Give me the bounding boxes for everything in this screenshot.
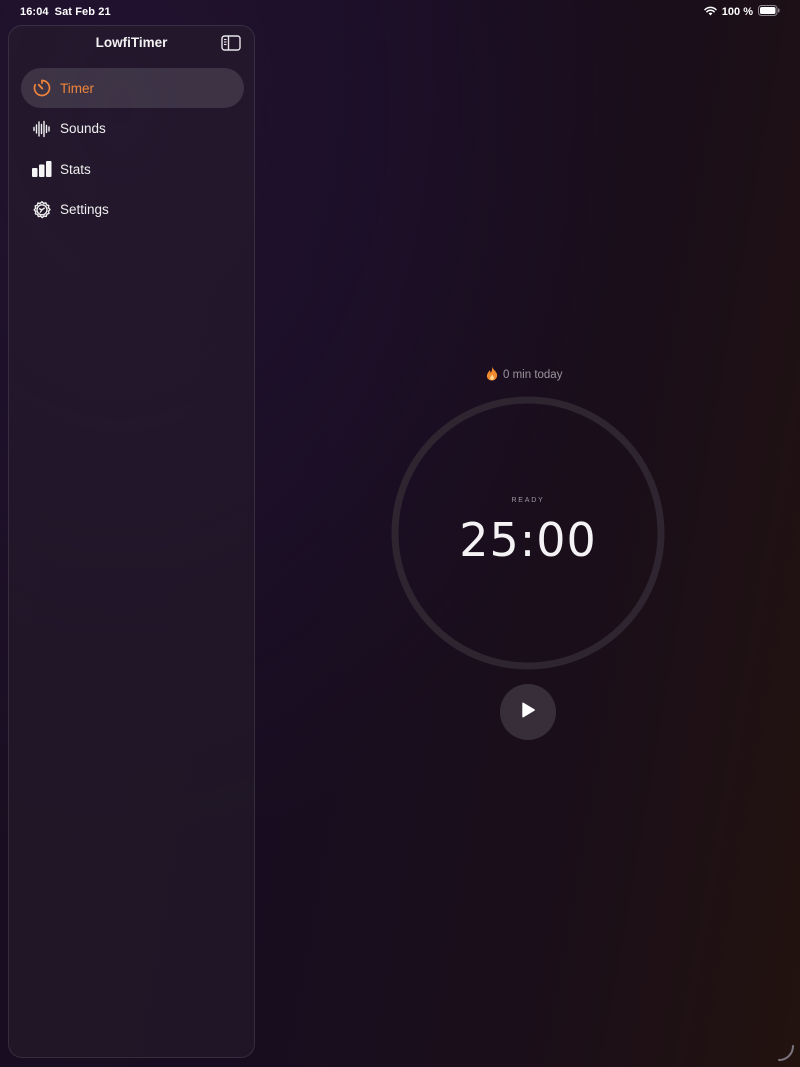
battery-text: 100 % <box>721 6 753 18</box>
sidebar-item-stats[interactable]: Stats <box>21 149 244 189</box>
bar-chart-icon <box>31 158 53 180</box>
timer-dial: READY 25:00 <box>390 395 666 671</box>
battery-full-icon <box>758 5 780 19</box>
sidebar: LowfiTimer Timer Sounds Stats Settings <box>8 25 255 1058</box>
flame-icon <box>486 366 498 384</box>
timer-time-display: 25:00 <box>459 513 597 567</box>
sidebar-item-label: Sounds <box>60 121 106 136</box>
sidebar-item-label: Timer <box>60 80 94 96</box>
gear-icon <box>31 199 53 221</box>
wifi-icon <box>704 6 717 19</box>
waveform-icon <box>31 118 53 140</box>
sidebar-title: LowfiTimer <box>95 35 168 50</box>
sidebar-item-label: Settings <box>60 202 109 217</box>
play-icon <box>519 701 537 724</box>
play-button[interactable] <box>500 684 556 740</box>
sidebar-nav: Timer Sounds Stats Settings <box>21 68 244 230</box>
today-minutes: 0 min today <box>503 369 563 381</box>
today-summary: 0 min today <box>486 366 562 384</box>
timer-state-label: READY <box>511 497 545 504</box>
status-bar: 16:04 Sat Feb 21 100 % <box>0 0 800 24</box>
status-time-date: 16:04 Sat Feb 21 <box>20 6 111 18</box>
sidebar-item-timer[interactable]: Timer <box>21 68 244 108</box>
status-time: 16:04 <box>20 6 49 18</box>
sidebar-item-label: Stats <box>60 161 91 177</box>
status-date: Sat Feb 21 <box>54 6 111 18</box>
sidebar-item-sounds[interactable]: Sounds <box>21 109 244 149</box>
sidebar-toggle-icon[interactable] <box>221 35 241 51</box>
status-indicators: 100 % <box>704 5 780 19</box>
sidebar-item-settings[interactable]: Settings <box>21 190 244 230</box>
timer-icon <box>31 77 53 99</box>
home-indicator <box>776 1043 796 1063</box>
